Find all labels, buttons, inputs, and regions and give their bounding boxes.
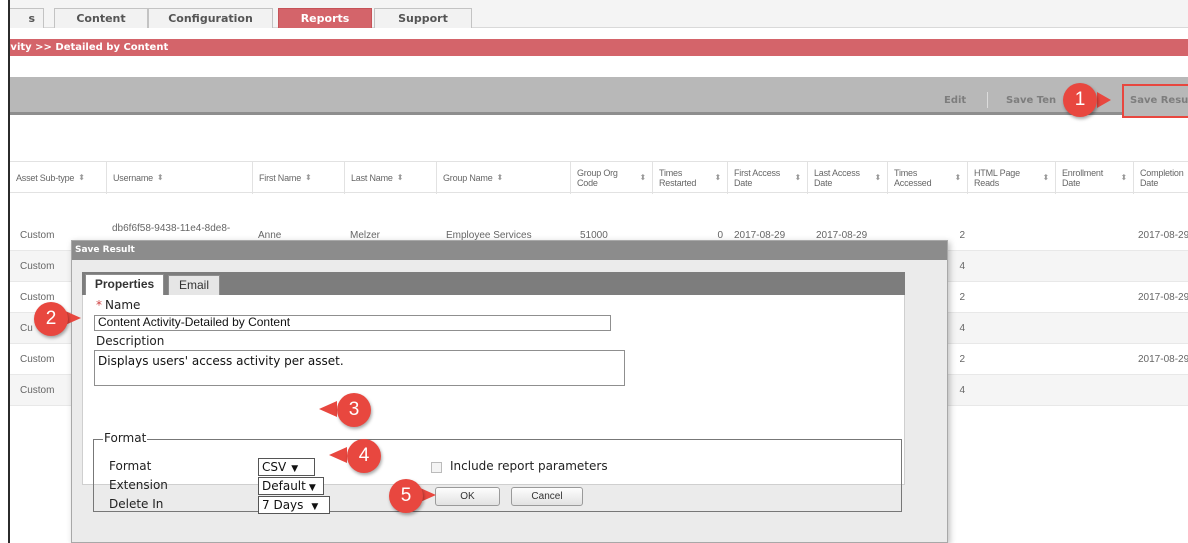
chevron-down-icon: ▼ [311,502,319,512]
sort-icon: ⬍ [639,173,646,182]
description-label: Description [96,334,165,348]
step-callout-2: 2 [34,302,68,336]
include-report-parameters-label: Include report parameters [450,459,608,473]
column-header-asset-subtype[interactable]: Asset Sub-type ⬍ [10,162,107,194]
step-callout-3: 3 [337,393,371,427]
callout-pointer [1097,92,1111,108]
column-header-last-name[interactable]: Last Name ⬍ [345,162,437,194]
delete-in-select[interactable]: 7 Days ▼ [258,496,330,514]
extension-label: Extension [109,478,168,492]
save-results-label: Save Resu [1130,95,1188,106]
breadcrumb: ivity >> Detailed by Content [10,39,1188,56]
save-results-button[interactable]: Save Resu [1122,84,1188,118]
tab-email[interactable]: Email [168,275,220,295]
sort-icon: ⬍ [78,173,85,182]
cell-completion-date: 2017-08-29 [1138,354,1188,365]
include-report-parameters-checkbox[interactable] [431,462,442,473]
callout-pointer [319,401,337,417]
extension-select[interactable]: Default ▼ [258,477,324,495]
tab-properties[interactable]: Properties [85,274,164,295]
sort-icon: ⬍ [954,173,961,182]
format-label: Format [109,459,152,473]
tab-configuration[interactable]: Configuration [148,8,273,28]
column-header-completion-date[interactable]: Completion Date [1134,162,1188,194]
sort-icon: ⬍ [1042,173,1049,182]
sort-icon: ⬍ [874,173,881,182]
format-select-value: CSV [262,460,287,474]
chevron-down-icon: ▼ [291,464,299,474]
step-callout-4: 4 [347,439,381,473]
name-input[interactable]: Content Activity-Detailed by Content [94,315,611,331]
format-legend: Format [103,431,148,445]
name-label: * Name [96,298,140,312]
sort-icon: ⬍ [794,173,801,182]
cell-completion-date: 2017-08-29 [1138,292,1188,303]
column-header-html-page-reads[interactable]: HTML Page Reads ⬍ [968,162,1056,194]
column-header-first-name[interactable]: First Name ⬍ [253,162,345,194]
column-header-last-access-date[interactable]: Last Access Date ⬍ [808,162,888,194]
breadcrumb-text: ivity >> Detailed by Content [10,42,169,53]
edit-button[interactable]: Edit [944,95,966,106]
dialog-tab-strip: Properties Email [82,272,905,295]
sort-icon: ⬍ [156,173,164,182]
step-callout-1: 1 [1063,83,1097,117]
column-header-times-accessed[interactable]: Times Accessed ⬍ [888,162,968,194]
ok-button[interactable]: OK [435,487,500,506]
save-template-button[interactable]: Save Ten [1006,95,1056,106]
cell-asset-subtype: Custom [20,354,55,365]
cancel-button[interactable]: Cancel [511,487,583,506]
extension-select-value: Default [262,479,306,493]
format-select[interactable]: CSV ▼ [258,458,315,476]
sort-icon: ⬍ [396,173,404,182]
tab-reports[interactable]: Reports [278,8,372,28]
main-nav-tabs: s Content Configuration Reports Support [10,0,1188,28]
sort-icon: ⬍ [305,173,312,182]
description-textarea[interactable]: Displays users' access activity per asse… [94,350,625,386]
tab-content[interactable]: Content [54,8,148,28]
column-header-group-name[interactable]: Group Name ⬍ [437,162,571,194]
required-asterisk: * [96,298,102,312]
dialog-title: Save Result [72,241,947,260]
column-header-username[interactable]: Username ⬍ [107,162,253,194]
column-header-first-access-date[interactable]: First Access Date ⬍ [728,162,808,194]
name-label-text: Name [105,298,141,312]
delete-in-label: Delete In [109,497,164,511]
tab-support[interactable]: Support [374,8,472,28]
callout-pointer [329,447,347,463]
column-header-times-restarted[interactable]: Times Restarted ⬍ [653,162,728,194]
toolbar-separator [987,92,988,108]
chevron-down-icon: ▼ [308,483,316,493]
sort-icon: ⬍ [714,173,721,182]
sort-icon: ⬍ [1120,173,1127,182]
step-callout-5: 5 [389,479,423,513]
column-header-group-org-code[interactable]: Group Org Code ⬍ [571,162,653,194]
save-result-dialog: Save Result Properties Email * Name Conte… [71,240,948,543]
cell-asset-subtype: Custom [20,230,55,241]
sort-icon: ⬍ [496,173,504,182]
column-header-enrollment-date[interactable]: Enrollment Date ⬍ [1056,162,1134,194]
cell-completion-date: 2017-08-29 [1138,230,1188,241]
properties-panel: * Name Content Activity-Detailed by Conte… [82,295,905,514]
grid-header: Asset Sub-type ⬍ Username ⬍ First Name ⬍ La… [10,161,1188,194]
cell-asset-subtype: Cu [20,323,33,334]
cell-asset-subtype: Custom [20,385,55,396]
tab-partial[interactable]: s [10,8,44,28]
cell-asset-subtype: Custom [20,261,55,272]
delete-in-select-value: 7 Days [262,498,304,512]
